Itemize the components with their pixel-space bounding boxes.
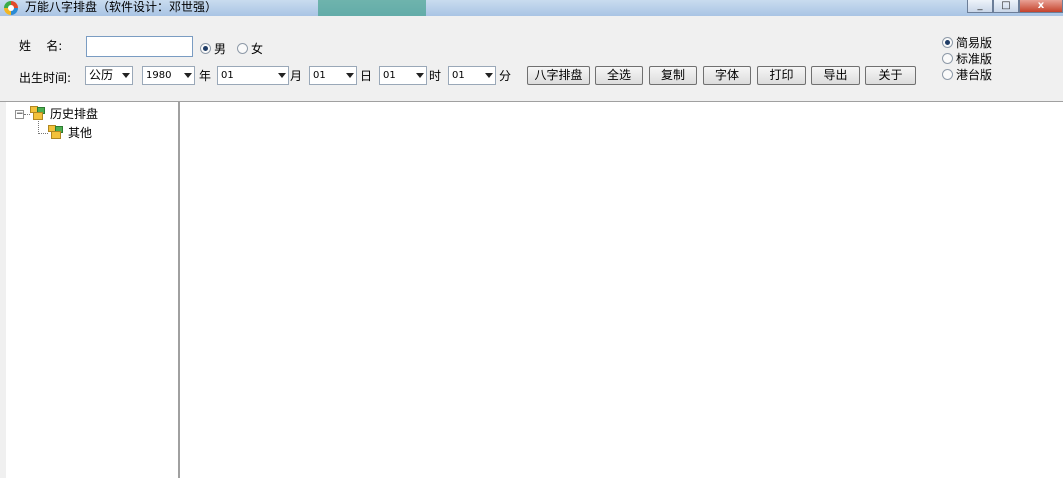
chevron-down-icon (122, 73, 130, 78)
year-select[interactable]: 1980 (142, 66, 195, 85)
chevron-down-icon (184, 73, 192, 78)
day-unit-label: 日 (360, 69, 373, 83)
radio-dot-icon (942, 69, 953, 80)
version-hktw-label: 港台版 (956, 68, 993, 82)
app-icon (4, 1, 18, 15)
radio-dot-icon (942, 37, 953, 48)
hour-unit-label: 时 (429, 69, 442, 83)
version-standard-radio[interactable]: 标准版 (942, 50, 992, 67)
title-bar-background-strip (318, 0, 426, 16)
minute-unit-label: 分 (499, 69, 512, 83)
version-standard-label: 标准版 (956, 52, 993, 66)
chevron-down-icon (278, 73, 286, 78)
gender-female-label: 女 (251, 42, 264, 56)
print-button[interactable]: 打印 (757, 66, 806, 85)
year-unit-label: 年 (199, 69, 212, 83)
month-unit-label: 月 (290, 69, 303, 83)
day-select[interactable]: 01 (309, 66, 357, 85)
window-title: 万能八字排盘（软件设计：邓世强） (25, 0, 218, 14)
title-bar: 万能八字排盘（软件设计：邓世强） _ □ x (0, 0, 1063, 16)
radio-dot-icon (942, 53, 953, 64)
birth-time-label: 出生时间: (19, 71, 72, 85)
gender-male-radio[interactable]: 男 (200, 40, 226, 57)
chevron-down-icon (485, 73, 493, 78)
hour-select[interactable]: 01 (379, 66, 427, 85)
gender-female-radio[interactable]: 女 (237, 40, 263, 57)
folder-group-icon (30, 106, 46, 120)
maximize-button[interactable]: □ (993, 0, 1019, 13)
calendar-select[interactable]: 公历 (85, 66, 133, 85)
font-button[interactable]: 字体 (703, 66, 751, 85)
day-select-value: 01 (313, 70, 326, 81)
select-all-button[interactable]: 全选 (595, 66, 643, 85)
copy-button[interactable]: 复制 (649, 66, 697, 85)
tree-item-history[interactable]: 历史排盘 (50, 107, 98, 121)
about-button[interactable]: 关于 (865, 66, 916, 85)
calendar-select-value: 公历 (89, 68, 114, 82)
gender-male-label: 男 (214, 42, 227, 56)
tree-item-other[interactable]: 其他 (68, 126, 92, 140)
result-area[interactable] (182, 102, 1063, 478)
folder-group-icon (48, 125, 64, 139)
chevron-down-icon (346, 73, 354, 78)
radio-dot-icon (237, 43, 248, 54)
history-tree[interactable]: − 历史排盘 其他 (6, 102, 180, 478)
name-input[interactable] (86, 36, 193, 57)
minute-select[interactable]: 01 (448, 66, 496, 85)
version-simple-radio[interactable]: 简易版 (942, 34, 992, 51)
version-hktw-radio[interactable]: 港台版 (942, 66, 992, 83)
radio-dot-icon (200, 43, 211, 54)
month-select[interactable]: 01 (217, 66, 289, 85)
version-simple-label: 简易版 (956, 36, 993, 50)
hour-select-value: 01 (383, 70, 396, 81)
month-select-value: 01 (221, 70, 234, 81)
window-controls: _ □ x (967, 0, 1063, 13)
bazi-paipan-button[interactable]: 八字排盘 (527, 66, 590, 85)
year-select-value: 1980 (146, 70, 172, 81)
input-panel: 姓 名: 男 女 出生时间: 公历 1980 年 01 月 01 日 01 时 … (0, 16, 1063, 102)
minute-select-value: 01 (452, 70, 465, 81)
tree-collapse-icon[interactable]: − (15, 110, 24, 119)
name-label: 姓 名: (19, 39, 63, 53)
minimize-button[interactable]: _ (967, 0, 993, 13)
tree-connector (38, 133, 48, 134)
close-button[interactable]: x (1019, 0, 1063, 13)
chevron-down-icon (416, 73, 424, 78)
export-button[interactable]: 导出 (811, 66, 860, 85)
